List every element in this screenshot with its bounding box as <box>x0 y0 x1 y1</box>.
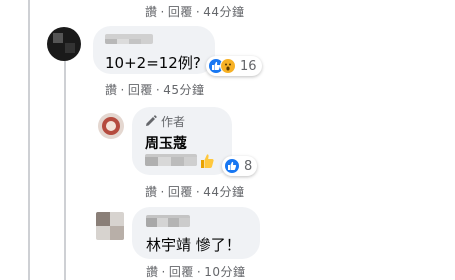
avatar[interactable] <box>47 27 81 61</box>
like-link[interactable]: 讚 <box>145 5 158 19</box>
thread-line <box>28 0 30 280</box>
reply-link[interactable]: 回覆 <box>169 265 194 279</box>
comment-meta: 讚 · 回覆 · 45分鐘 <box>105 83 205 97</box>
comment-text-pixelated <box>145 154 197 166</box>
timestamp[interactable]: 44分鐘 <box>203 185 244 199</box>
timestamp[interactable]: 10分鐘 <box>204 265 245 279</box>
author-avatar[interactable] <box>98 113 124 139</box>
like-link[interactable]: 讚 <box>145 185 158 199</box>
like-link[interactable]: 讚 <box>105 83 118 97</box>
reaction-count: 16 <box>240 58 257 74</box>
author-name[interactable]: 周玉蔻 <box>145 133 187 153</box>
like-link[interactable]: 讚 <box>146 265 159 279</box>
author-name-pixelated[interactable] <box>105 34 153 44</box>
avatar-pixelated[interactable] <box>96 212 124 240</box>
comment-meta: 讚 · 回覆 · 10分鐘 <box>146 265 246 279</box>
comment-meta: 讚 · 回覆 · 44分鐘 <box>145 5 245 19</box>
reaction-summary[interactable]: 8 <box>222 156 258 176</box>
comment-meta: 讚 · 回覆 · 44分鐘 <box>145 185 245 199</box>
pencil-icon <box>146 115 157 126</box>
comment-text: 10+2=12例? <box>105 54 201 72</box>
reply-link[interactable]: 回覆 <box>168 5 193 19</box>
timestamp[interactable]: 44分鐘 <box>203 5 244 19</box>
reaction-count: 8 <box>244 158 253 174</box>
timestamp[interactable]: 45分鐘 <box>163 83 204 97</box>
reaction-summary[interactable]: 16 <box>206 56 262 76</box>
like-reaction-icon <box>224 158 240 174</box>
thread-line <box>64 60 66 280</box>
reply-link[interactable]: 回覆 <box>168 185 193 199</box>
author-badge: 作者 <box>161 115 186 129</box>
author-name-pixelated[interactable] <box>146 215 190 227</box>
comment-text: 林宇靖 慘了！ <box>146 236 241 254</box>
reply-link[interactable]: 回覆 <box>128 83 153 97</box>
wow-reaction-icon <box>220 58 236 74</box>
thumbs-up-emoji-icon <box>201 154 214 168</box>
